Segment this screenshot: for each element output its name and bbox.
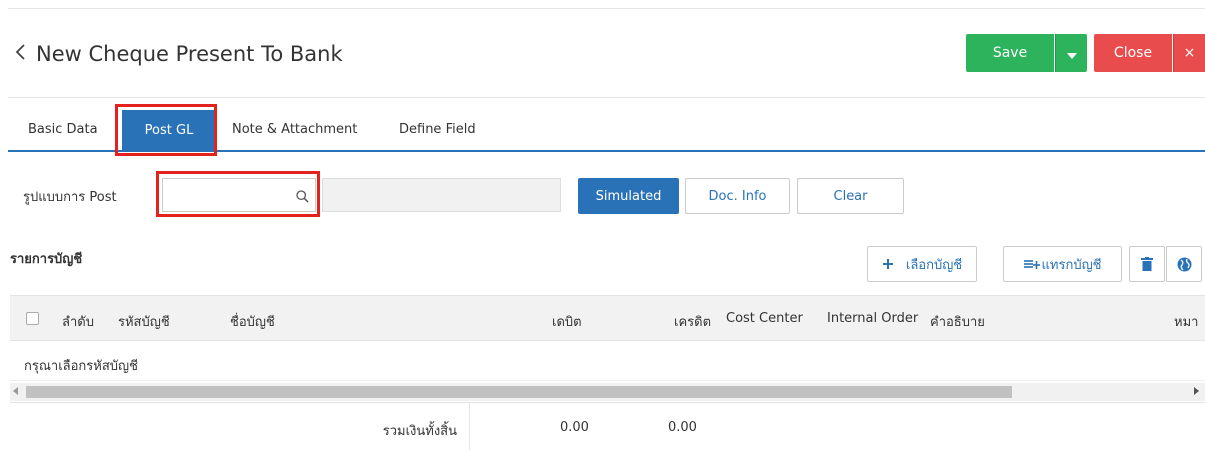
scroll-right-icon[interactable]	[1194, 387, 1199, 395]
header: New Cheque Present To Bank Save Close ×	[8, 10, 1205, 98]
top-divider	[8, 8, 1205, 9]
doc-info-button[interactable]: Doc. Info	[685, 178, 790, 214]
select-all-checkbox[interactable]	[26, 312, 39, 325]
save-button[interactable]: Save	[966, 34, 1054, 72]
delete-button[interactable]	[1129, 246, 1165, 282]
globe-button[interactable]	[1166, 246, 1202, 282]
trash-icon	[1141, 257, 1153, 271]
scrollbar-thumb[interactable]	[26, 386, 1012, 398]
col-description: คำอธิบาย	[930, 315, 985, 330]
globe-icon	[1177, 257, 1192, 272]
search-icon[interactable]	[296, 188, 309, 203]
col-cost-center: Cost Center	[726, 311, 803, 326]
section-title: รายการบัญชี	[10, 252, 83, 267]
page-title: New Cheque Present To Bank	[36, 42, 343, 66]
empty-message: กรุณาเลือกรหัสบัญชี	[24, 359, 138, 374]
post-format-field[interactable]	[162, 178, 316, 212]
close-button[interactable]: Close	[1094, 34, 1172, 72]
col-remark: หมา	[1174, 315, 1199, 330]
clear-button[interactable]: Clear	[797, 178, 904, 214]
page: New Cheque Present To Bank Save Close × …	[0, 0, 1205, 450]
col-account-name: ชื่อบัญชี	[230, 315, 275, 330]
select-account-label: เลือกบัญชี	[905, 257, 963, 273]
simulated-button[interactable]: Simulated	[578, 178, 679, 214]
col-account-code: รหัสบัญชี	[118, 315, 170, 330]
chevron-left-icon[interactable]	[12, 40, 30, 64]
insert-account-button[interactable]: แทรกบัญชี	[1003, 246, 1122, 282]
scroll-left-icon[interactable]	[13, 387, 18, 395]
insert-rows-icon	[1023, 258, 1040, 270]
total-label-cell: รวมเงินทั้งสิ้น	[10, 403, 470, 450]
total-label: รวมเงินทั้งสิ้น	[382, 424, 457, 439]
table-footer: รวมเงินทั้งสิ้น 0.00 0.00	[10, 402, 1205, 450]
horizontal-scrollbar[interactable]	[10, 383, 1205, 401]
total-debit: 0.00	[560, 420, 589, 435]
tab-note-attachment[interactable]: Note & Attachment	[232, 122, 357, 137]
select-account-button[interactable]: เลือกบัญชี	[867, 246, 977, 282]
post-format-display	[322, 178, 561, 212]
tab-basic-data[interactable]: Basic Data	[28, 122, 98, 137]
tab-post-gl[interactable]: Post GL	[122, 110, 216, 150]
col-credit: เครดิต	[674, 315, 712, 330]
post-format-input[interactable]	[167, 183, 287, 207]
save-options-button[interactable]	[1055, 34, 1087, 72]
table-header: ลำดับ รหัสบัญชี ชื่อบัญชี เดบิต เครดิต C…	[10, 295, 1205, 341]
account-table: ลำดับ รหัสบัญชี ชื่อบัญชี เดบิต เครดิต C…	[10, 295, 1205, 450]
col-debit: เดบิต	[552, 315, 582, 330]
empty-row: กรุณาเลือกรหัสบัญชี	[10, 341, 1205, 381]
close-x-button[interactable]: ×	[1173, 34, 1205, 72]
tab-define-field[interactable]: Define Field	[399, 122, 476, 137]
tab-bar: Basic Data Post GL Note & Attachment Def…	[8, 100, 1205, 152]
post-format-label: รูปแบบการ Post	[23, 190, 117, 205]
plus-icon	[882, 258, 894, 270]
total-credit: 0.00	[668, 420, 697, 435]
caret-down-icon	[1066, 44, 1077, 63]
col-seq: ลำดับ	[62, 315, 94, 330]
col-internal-order: Internal Order	[827, 311, 919, 326]
insert-account-label: แทรกบัญชี	[1041, 257, 1102, 273]
